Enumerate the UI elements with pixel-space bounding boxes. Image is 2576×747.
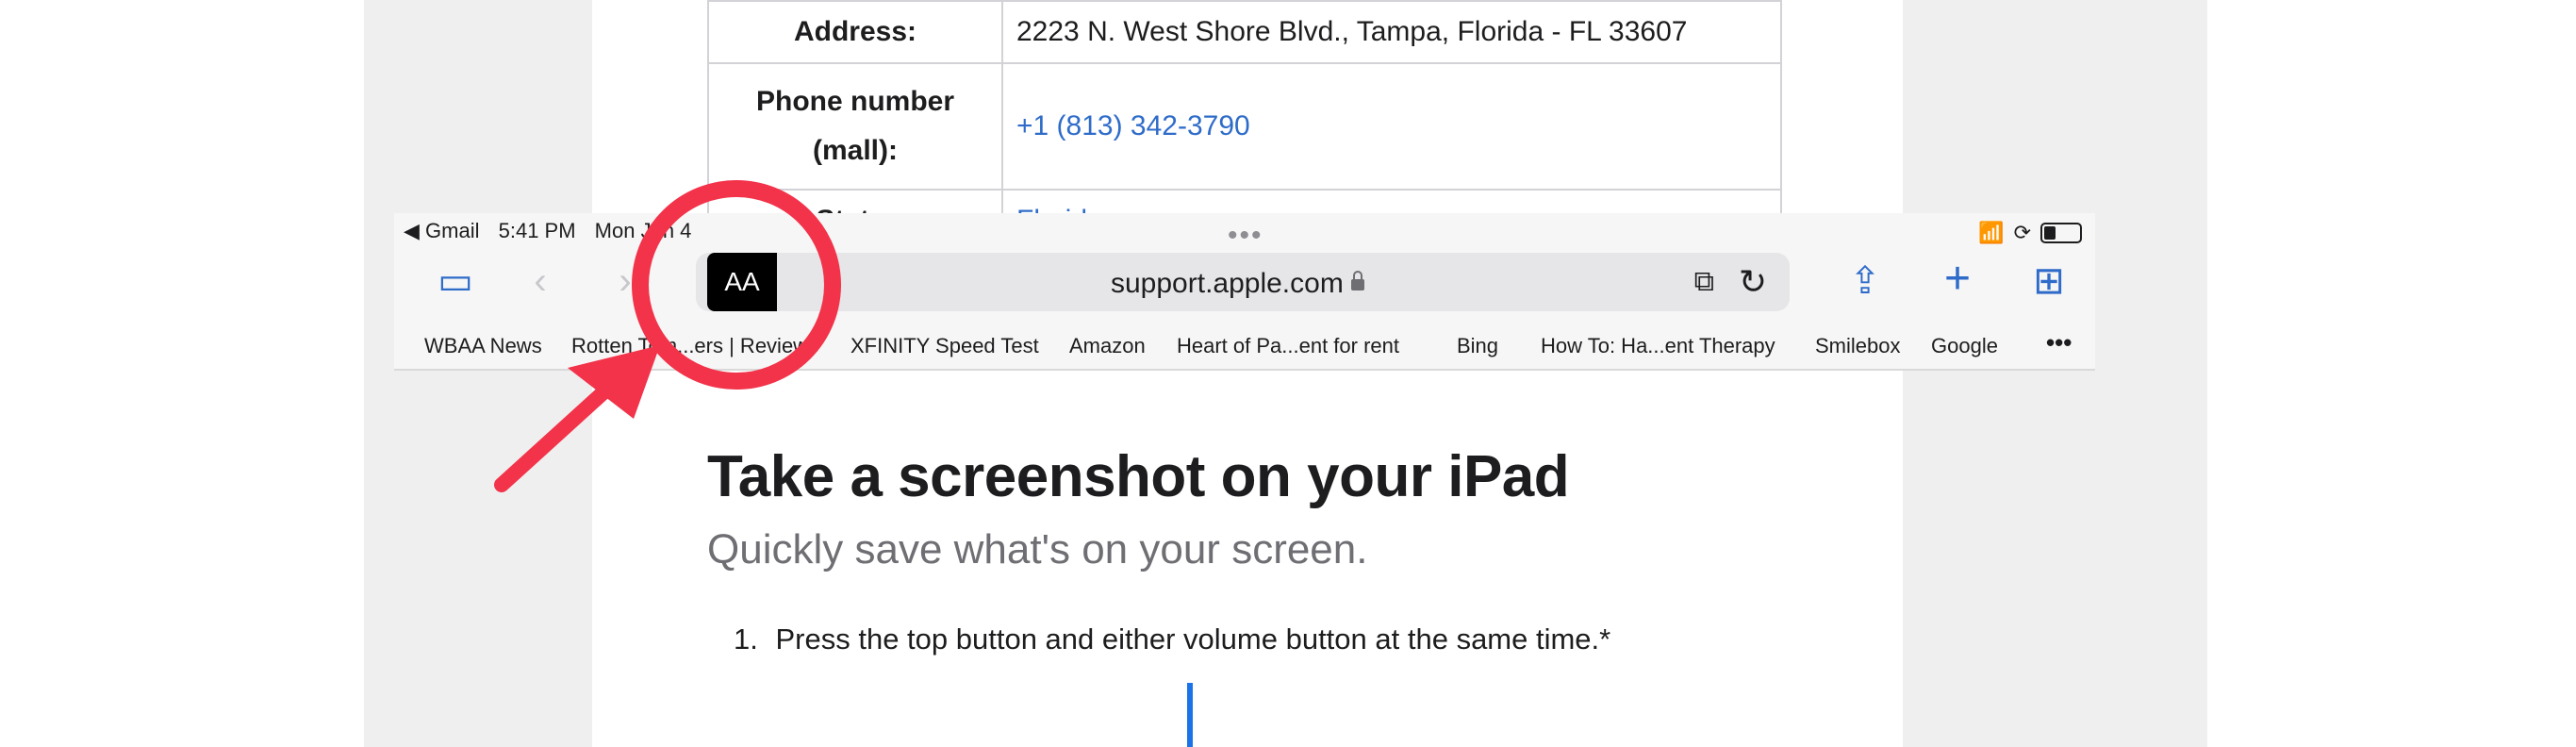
- safari-toolbar: ◀ Gmail 5:41 PM Mon Jun 4 ••• 📶 ⟳ ▭ ‹ › …: [394, 213, 2095, 371]
- bookmark-item[interactable]: Bing: [1457, 334, 1498, 358]
- table-row: Address: 2223 N. West Shore Blvd., Tampa…: [707, 0, 1782, 64]
- bookmark-item[interactable]: Rotten Tom...ers | Reviews: [571, 334, 818, 358]
- wifi-icon: 📶: [1978, 221, 2005, 244]
- table-key: Phone number (mall):: [707, 62, 1003, 191]
- new-tab-icon[interactable]: +: [1934, 257, 1981, 302]
- battery-icon: [2040, 223, 2082, 243]
- multitasking-grabber[interactable]: •••: [1228, 222, 1263, 250]
- status-right: 📶 ⟳: [1978, 221, 2082, 245]
- bookmark-item[interactable]: WBAA News: [424, 334, 542, 358]
- phone-link[interactable]: +1 (813) 342-3790: [1001, 62, 1782, 191]
- step-text: Press the top button and either volume b…: [775, 622, 1611, 656]
- table-key: Address:: [707, 0, 1003, 64]
- step-number: 1.: [734, 622, 758, 656]
- more-bookmarks-icon[interactable]: •••: [2046, 328, 2072, 357]
- address-bar[interactable]: AA support.apple.com ⧉ ↻: [696, 253, 1790, 311]
- orientation-lock-icon: ⟳: [2013, 221, 2031, 244]
- reload-icon[interactable]: ↻: [1739, 262, 1767, 302]
- tab-overview-icon[interactable]: ⊞: [2025, 262, 2072, 300]
- page-title: Take a screenshot on your iPad: [707, 444, 1570, 509]
- bookmark-item[interactable]: Google: [1931, 334, 1998, 358]
- forward-icon[interactable]: ›: [611, 262, 639, 300]
- extension-icon[interactable]: ⧉: [1694, 266, 1714, 298]
- status-left: ◀ Gmail 5:41 PM Mon Jun 4: [404, 219, 704, 243]
- bookmark-item[interactable]: Smilebox: [1815, 334, 1900, 358]
- bookmark-item[interactable]: XFINITY Speed Test: [850, 334, 1039, 358]
- step-item: 1. Press the top button and either volum…: [734, 622, 1610, 656]
- favorites-bar: WBAA News Rotten Tom...ers | Reviews XFI…: [394, 328, 2095, 364]
- highlight-bar: [1187, 683, 1193, 747]
- table-value: 2223 N. West Shore Blvd., Tampa, Florida…: [1001, 0, 1782, 64]
- bookmark-item[interactable]: Amazon: [1069, 334, 1146, 358]
- text-size-button[interactable]: AA: [707, 253, 777, 311]
- bookmark-item[interactable]: How To: Ha...ent Therapy: [1541, 334, 1775, 358]
- url-label[interactable]: support.apple.com: [1111, 268, 1364, 300]
- back-to-app-link[interactable]: ◀ Gmail: [404, 219, 479, 242]
- share-icon[interactable]: ⇪: [1841, 262, 1889, 300]
- back-icon[interactable]: ‹: [526, 262, 554, 300]
- status-time: 5:41 PM: [498, 219, 576, 242]
- status-bar: ◀ Gmail 5:41 PM Mon Jun 4 ••• 📶 ⟳: [394, 213, 2095, 251]
- page-subtitle: Quickly save what's on your screen.: [707, 526, 1368, 573]
- lock-icon: [1350, 271, 1364, 290]
- sidebar-icon[interactable]: ▭: [432, 262, 479, 300]
- bookmark-item[interactable]: Heart of Pa...ent for rent: [1177, 334, 1399, 358]
- status-date: Mon Jun 4: [594, 219, 692, 242]
- table-row: Phone number (mall): +1 (813) 342-3790: [707, 62, 1782, 191]
- url-text: support.apple.com: [1111, 268, 1344, 299]
